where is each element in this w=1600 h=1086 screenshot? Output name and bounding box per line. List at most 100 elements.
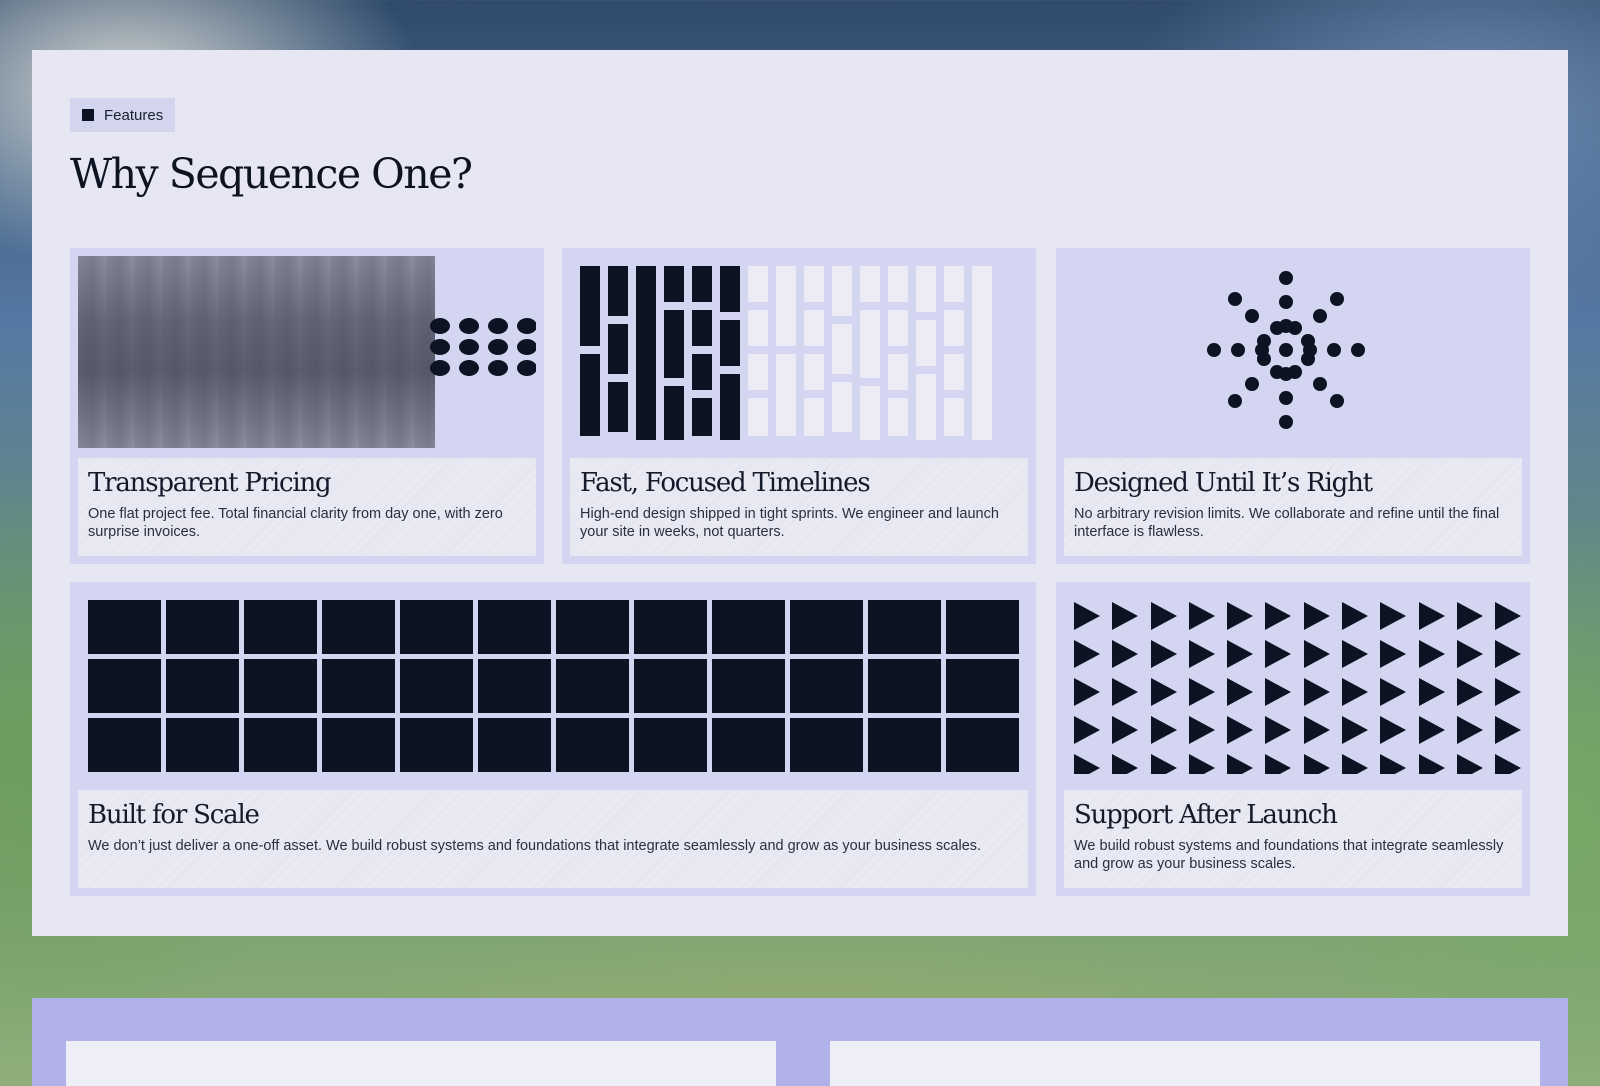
play-icon [1495,602,1522,630]
burst-dot [1351,343,1365,357]
burst-dot [1245,309,1260,324]
square-block [322,718,395,772]
square-block [478,718,551,772]
bar-segment [664,386,684,440]
bar-column [888,266,908,440]
play-icon [1418,716,1445,744]
play-icon [1265,716,1292,744]
play-icon [1112,640,1139,668]
square-block [322,659,395,713]
next-section-panel [32,998,1568,1086]
bar-segment [888,310,908,346]
play-icon [1188,754,1215,774]
bar-column [608,266,628,440]
bar-segment [916,266,936,312]
burst-dot [1231,343,1245,357]
play-icon [1456,602,1483,630]
play-icon [1495,640,1522,668]
play-icon [1188,716,1215,744]
features-section: Features Why Sequence One? Transparent P… [32,50,1568,936]
scale-illustration [78,590,1028,774]
bar-segment [888,266,908,302]
square-block [556,718,629,772]
play-icon [1150,678,1177,706]
burst-dot [1327,343,1341,357]
play-icon [1380,754,1407,774]
play-icon [1418,640,1445,668]
play-icon [1074,678,1100,706]
bar-column [776,266,796,440]
play-icon [1074,716,1100,744]
feature-title: Fast, Focused Timelines [580,468,871,498]
bar-segment [692,398,712,436]
play-icon [1112,602,1139,630]
bar-segment [692,266,712,302]
badge-label: Features [104,106,164,124]
bar-segment [692,310,712,346]
play-icon [1380,602,1407,630]
play-icon [1342,640,1369,668]
dot-shape [430,339,450,355]
play-icon [1495,678,1522,706]
play-icon [1495,754,1522,774]
square-block [868,659,941,713]
bar-segment [776,266,796,346]
square-block [712,600,785,654]
bar-segment [776,354,796,436]
dot-shape [459,360,479,376]
bar-segment [664,266,684,302]
bar-segment [804,354,824,390]
bar-column [664,266,684,440]
burst-dot [1312,309,1327,324]
block-grid [88,600,1019,772]
dot-shape [430,360,450,376]
bar-segment [748,354,768,390]
dot-shape [488,339,508,355]
play-icon [1227,678,1254,706]
bar-segment [580,266,600,346]
feature-title: Support After Launch [1074,800,1338,830]
bar-segment [720,266,740,312]
feature-title: Designed Until It’s Right [1074,468,1373,498]
burst-dot [1279,271,1293,285]
feature-card-support-after-launch: Support After Launch We build robust sys… [1056,582,1530,896]
play-icon [1150,716,1177,744]
play-icon [1227,640,1254,668]
feature-title: Transparent Pricing [88,468,332,498]
bar-column [916,266,936,440]
play-triangle-grid [1074,602,1522,774]
feature-copy: Fast, Focused Timelines High-end design … [570,458,1028,556]
square-block [556,600,629,654]
play-icon [1150,754,1177,774]
square-block [712,718,785,772]
support-illustration [1064,590,1522,774]
bar-segment [720,320,740,366]
dot-shape [517,339,536,355]
square-block [244,659,317,713]
square-block [400,659,473,713]
pricing-illustration [78,256,536,450]
square-block [478,659,551,713]
feature-description: One flat project fee. Total financial cl… [88,506,503,541]
play-icon [1456,678,1483,706]
square-block [946,718,1019,772]
dot-shape [430,318,450,334]
dot-shape [459,318,479,334]
bar-segment [916,374,936,440]
dot-shape [459,339,479,355]
square-icon [82,109,94,121]
burst-dot [1279,343,1293,357]
burst-dot [1255,343,1269,357]
dot-shape [517,360,536,376]
bar-column [832,266,852,440]
feature-description: High-end design shipped in tight sprints… [580,506,999,541]
play-icon [1150,602,1177,630]
play-icon [1112,754,1139,774]
bar-segment [944,398,964,436]
square-block [88,718,161,772]
section-badge: Features [70,98,176,132]
burst-dot [1312,376,1327,391]
timelines-illustration [570,256,1028,450]
play-icon [1456,640,1483,668]
burst-dot [1279,415,1293,429]
